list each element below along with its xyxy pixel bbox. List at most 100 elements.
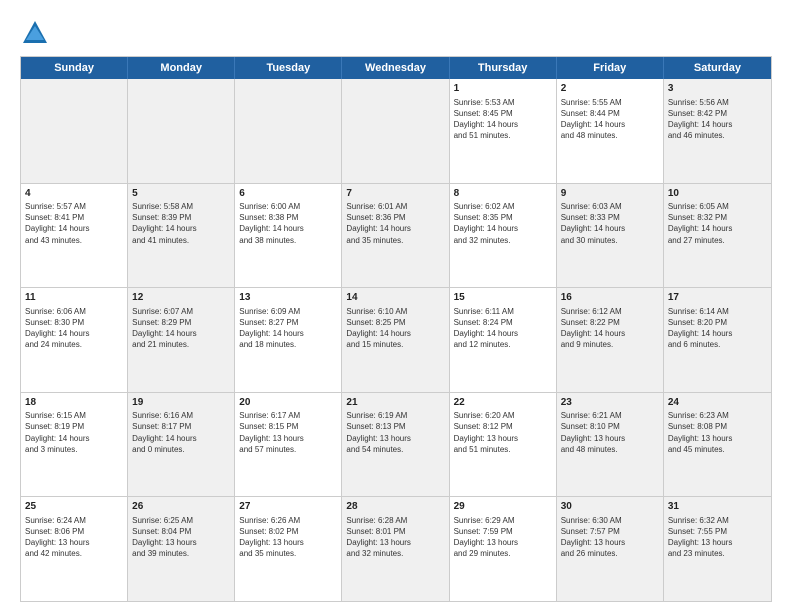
day-info: Sunrise: 6:29 AM Sunset: 7:59 PM Dayligh…	[454, 515, 552, 560]
day-number: 1	[454, 82, 552, 96]
day-info: Sunrise: 5:55 AM Sunset: 8:44 PM Dayligh…	[561, 97, 659, 142]
day-number: 30	[561, 500, 659, 514]
calendar-cell: 16Sunrise: 6:12 AM Sunset: 8:22 PM Dayli…	[557, 288, 664, 392]
calendar-cell: 22Sunrise: 6:20 AM Sunset: 8:12 PM Dayli…	[450, 393, 557, 497]
day-info: Sunrise: 6:07 AM Sunset: 8:29 PM Dayligh…	[132, 306, 230, 351]
day-number: 24	[668, 396, 767, 410]
header-day-wednesday: Wednesday	[342, 57, 449, 79]
calendar-cell: 9Sunrise: 6:03 AM Sunset: 8:33 PM Daylig…	[557, 184, 664, 288]
day-info: Sunrise: 6:26 AM Sunset: 8:02 PM Dayligh…	[239, 515, 337, 560]
day-info: Sunrise: 6:03 AM Sunset: 8:33 PM Dayligh…	[561, 201, 659, 246]
day-info: Sunrise: 6:01 AM Sunset: 8:36 PM Dayligh…	[346, 201, 444, 246]
day-number: 18	[25, 396, 123, 410]
day-info: Sunrise: 6:14 AM Sunset: 8:20 PM Dayligh…	[668, 306, 767, 351]
day-number: 26	[132, 500, 230, 514]
calendar-cell: 1Sunrise: 5:53 AM Sunset: 8:45 PM Daylig…	[450, 79, 557, 183]
day-number: 14	[346, 291, 444, 305]
calendar-cell: 26Sunrise: 6:25 AM Sunset: 8:04 PM Dayli…	[128, 497, 235, 601]
calendar-cell: 28Sunrise: 6:28 AM Sunset: 8:01 PM Dayli…	[342, 497, 449, 601]
day-number: 28	[346, 500, 444, 514]
calendar: SundayMondayTuesdayWednesdayThursdayFrid…	[20, 56, 772, 602]
day-info: Sunrise: 6:20 AM Sunset: 8:12 PM Dayligh…	[454, 410, 552, 455]
calendar-cell: 18Sunrise: 6:15 AM Sunset: 8:19 PM Dayli…	[21, 393, 128, 497]
day-info: Sunrise: 5:57 AM Sunset: 8:41 PM Dayligh…	[25, 201, 123, 246]
day-number: 5	[132, 187, 230, 201]
day-number: 7	[346, 187, 444, 201]
day-number: 17	[668, 291, 767, 305]
day-info: Sunrise: 6:28 AM Sunset: 8:01 PM Dayligh…	[346, 515, 444, 560]
day-number: 13	[239, 291, 337, 305]
calendar-header: SundayMondayTuesdayWednesdayThursdayFrid…	[21, 57, 771, 79]
calendar-cell: 4Sunrise: 5:57 AM Sunset: 8:41 PM Daylig…	[21, 184, 128, 288]
header-day-saturday: Saturday	[664, 57, 771, 79]
day-number: 25	[25, 500, 123, 514]
calendar-cell: 15Sunrise: 6:11 AM Sunset: 8:24 PM Dayli…	[450, 288, 557, 392]
day-number: 3	[668, 82, 767, 96]
calendar-cell	[342, 79, 449, 183]
logo	[20, 18, 54, 48]
calendar-cell: 23Sunrise: 6:21 AM Sunset: 8:10 PM Dayli…	[557, 393, 664, 497]
calendar-body: 1Sunrise: 5:53 AM Sunset: 8:45 PM Daylig…	[21, 79, 771, 601]
day-info: Sunrise: 6:05 AM Sunset: 8:32 PM Dayligh…	[668, 201, 767, 246]
header-day-thursday: Thursday	[450, 57, 557, 79]
day-info: Sunrise: 6:02 AM Sunset: 8:35 PM Dayligh…	[454, 201, 552, 246]
day-info: Sunrise: 6:17 AM Sunset: 8:15 PM Dayligh…	[239, 410, 337, 455]
calendar-cell: 10Sunrise: 6:05 AM Sunset: 8:32 PM Dayli…	[664, 184, 771, 288]
calendar-cell: 21Sunrise: 6:19 AM Sunset: 8:13 PM Dayli…	[342, 393, 449, 497]
calendar-cell: 11Sunrise: 6:06 AM Sunset: 8:30 PM Dayli…	[21, 288, 128, 392]
day-info: Sunrise: 6:24 AM Sunset: 8:06 PM Dayligh…	[25, 515, 123, 560]
day-info: Sunrise: 6:06 AM Sunset: 8:30 PM Dayligh…	[25, 306, 123, 351]
day-number: 21	[346, 396, 444, 410]
day-number: 4	[25, 187, 123, 201]
calendar-cell: 24Sunrise: 6:23 AM Sunset: 8:08 PM Dayli…	[664, 393, 771, 497]
day-info: Sunrise: 6:21 AM Sunset: 8:10 PM Dayligh…	[561, 410, 659, 455]
day-info: Sunrise: 6:19 AM Sunset: 8:13 PM Dayligh…	[346, 410, 444, 455]
day-number: 12	[132, 291, 230, 305]
day-number: 8	[454, 187, 552, 201]
day-info: Sunrise: 5:58 AM Sunset: 8:39 PM Dayligh…	[132, 201, 230, 246]
calendar-row-5: 25Sunrise: 6:24 AM Sunset: 8:06 PM Dayli…	[21, 497, 771, 601]
calendar-cell: 13Sunrise: 6:09 AM Sunset: 8:27 PM Dayli…	[235, 288, 342, 392]
day-number: 6	[239, 187, 337, 201]
day-number: 16	[561, 291, 659, 305]
calendar-cell	[21, 79, 128, 183]
calendar-cell: 19Sunrise: 6:16 AM Sunset: 8:17 PM Dayli…	[128, 393, 235, 497]
day-info: Sunrise: 6:12 AM Sunset: 8:22 PM Dayligh…	[561, 306, 659, 351]
day-number: 9	[561, 187, 659, 201]
day-number: 11	[25, 291, 123, 305]
calendar-cell: 6Sunrise: 6:00 AM Sunset: 8:38 PM Daylig…	[235, 184, 342, 288]
calendar-row-2: 4Sunrise: 5:57 AM Sunset: 8:41 PM Daylig…	[21, 184, 771, 289]
day-info: Sunrise: 6:10 AM Sunset: 8:25 PM Dayligh…	[346, 306, 444, 351]
calendar-cell	[235, 79, 342, 183]
header-day-monday: Monday	[128, 57, 235, 79]
header-day-sunday: Sunday	[21, 57, 128, 79]
day-number: 10	[668, 187, 767, 201]
calendar-cell: 3Sunrise: 5:56 AM Sunset: 8:42 PM Daylig…	[664, 79, 771, 183]
day-info: Sunrise: 5:56 AM Sunset: 8:42 PM Dayligh…	[668, 97, 767, 142]
calendar-cell: 29Sunrise: 6:29 AM Sunset: 7:59 PM Dayli…	[450, 497, 557, 601]
day-number: 31	[668, 500, 767, 514]
calendar-cell: 7Sunrise: 6:01 AM Sunset: 8:36 PM Daylig…	[342, 184, 449, 288]
calendar-cell: 8Sunrise: 6:02 AM Sunset: 8:35 PM Daylig…	[450, 184, 557, 288]
calendar-row-4: 18Sunrise: 6:15 AM Sunset: 8:19 PM Dayli…	[21, 393, 771, 498]
day-info: Sunrise: 6:00 AM Sunset: 8:38 PM Dayligh…	[239, 201, 337, 246]
day-info: Sunrise: 6:15 AM Sunset: 8:19 PM Dayligh…	[25, 410, 123, 455]
day-info: Sunrise: 6:23 AM Sunset: 8:08 PM Dayligh…	[668, 410, 767, 455]
calendar-cell: 31Sunrise: 6:32 AM Sunset: 7:55 PM Dayli…	[664, 497, 771, 601]
calendar-cell: 25Sunrise: 6:24 AM Sunset: 8:06 PM Dayli…	[21, 497, 128, 601]
calendar-cell: 27Sunrise: 6:26 AM Sunset: 8:02 PM Dayli…	[235, 497, 342, 601]
day-info: Sunrise: 5:53 AM Sunset: 8:45 PM Dayligh…	[454, 97, 552, 142]
calendar-row-1: 1Sunrise: 5:53 AM Sunset: 8:45 PM Daylig…	[21, 79, 771, 184]
calendar-cell: 17Sunrise: 6:14 AM Sunset: 8:20 PM Dayli…	[664, 288, 771, 392]
day-info: Sunrise: 6:30 AM Sunset: 7:57 PM Dayligh…	[561, 515, 659, 560]
day-info: Sunrise: 6:16 AM Sunset: 8:17 PM Dayligh…	[132, 410, 230, 455]
day-info: Sunrise: 6:11 AM Sunset: 8:24 PM Dayligh…	[454, 306, 552, 351]
day-info: Sunrise: 6:09 AM Sunset: 8:27 PM Dayligh…	[239, 306, 337, 351]
day-number: 29	[454, 500, 552, 514]
calendar-cell: 14Sunrise: 6:10 AM Sunset: 8:25 PM Dayli…	[342, 288, 449, 392]
calendar-cell: 2Sunrise: 5:55 AM Sunset: 8:44 PM Daylig…	[557, 79, 664, 183]
day-number: 23	[561, 396, 659, 410]
calendar-cell	[128, 79, 235, 183]
day-number: 15	[454, 291, 552, 305]
logo-icon	[20, 18, 50, 48]
